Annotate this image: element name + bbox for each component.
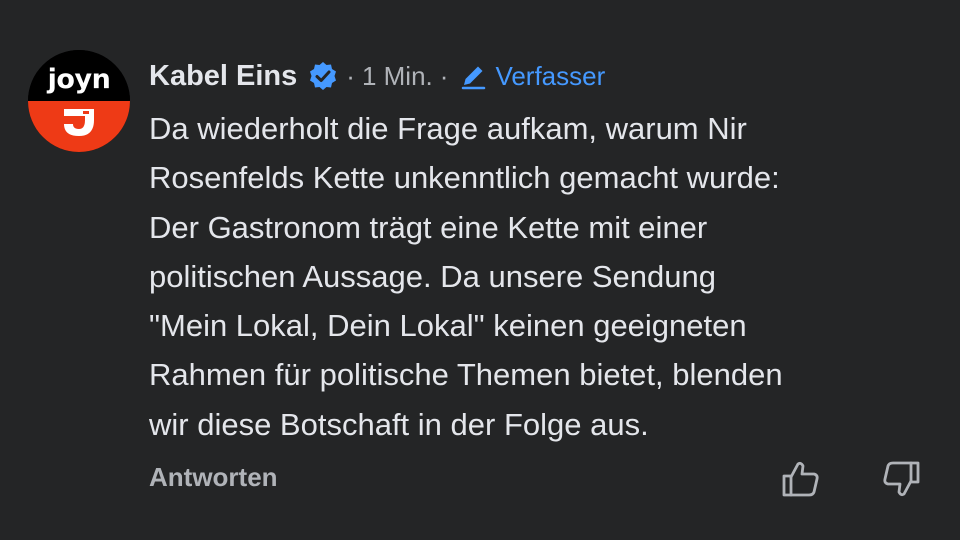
avatar[interactable]: joyn	[28, 50, 130, 152]
pencil-icon	[457, 60, 489, 92]
verified-badge-icon	[307, 60, 339, 92]
timestamp[interactable]: 1 Min.	[362, 61, 433, 92]
separator: ·	[346, 60, 355, 91]
comment-header: Kabel Eins · 1 Min. · Verfasser	[149, 56, 605, 96]
kabel-eins-logo-icon	[64, 109, 94, 136]
separator: ·	[439, 60, 449, 91]
author-role-label: Verfasser	[495, 60, 606, 91]
comment-text: Da wiederholt die Frage aufkam, warum Ni…	[149, 111, 783, 442]
reply-button[interactable]: Antworten	[149, 462, 278, 493]
author-name[interactable]: Kabel Eins	[149, 60, 297, 93]
thumbs-down-icon[interactable]	[879, 457, 923, 501]
thumbs-up-icon[interactable]	[779, 457, 823, 501]
previous-comment-fragment	[0, 0, 960, 12]
